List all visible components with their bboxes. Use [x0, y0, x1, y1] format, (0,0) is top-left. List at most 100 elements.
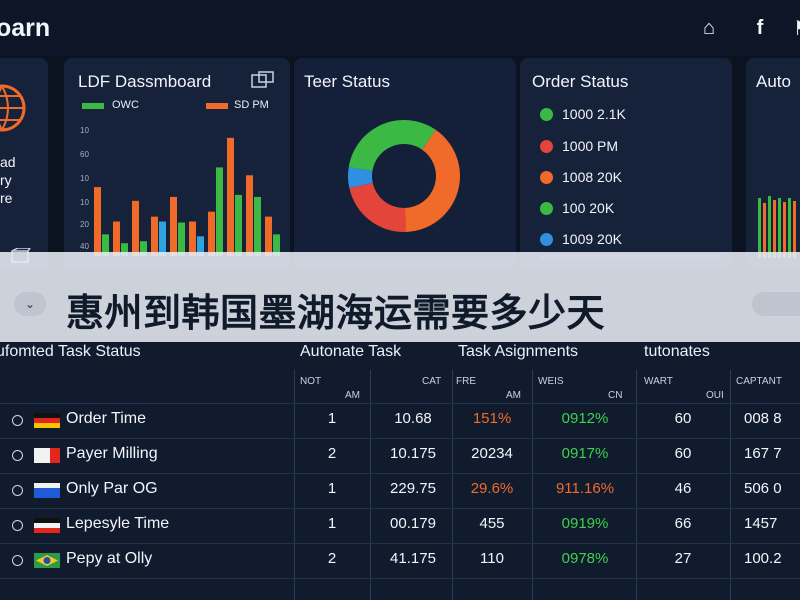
- cell: 151%: [472, 410, 512, 427]
- cell: 0919%: [561, 515, 609, 532]
- cell: 110: [480, 550, 504, 567]
- overlay-text: 惠州到韩国墨湖海运需要多少天: [66, 291, 606, 335]
- cell: 10.68: [394, 410, 432, 427]
- cell: 1: [327, 410, 337, 427]
- legend-swatch-sdpm: [206, 103, 228, 109]
- cell: 10.175: [390, 445, 436, 462]
- row-divider: [0, 403, 800, 404]
- bar-sd-pm: [208, 211, 215, 256]
- chevron-down-icon[interactable]: ⌄: [14, 292, 46, 316]
- cell: 229.75: [390, 480, 436, 497]
- order-item: 1000 2.1K: [562, 106, 626, 122]
- brazil-flag-icon: [34, 553, 60, 568]
- bar-mark: [773, 200, 776, 258]
- cell: 100.2: [744, 550, 782, 567]
- globe-icon: [0, 84, 26, 132]
- flag-icon: [34, 518, 60, 533]
- row-radio[interactable]: [12, 485, 23, 496]
- section-automates: tutonates: [644, 343, 710, 360]
- donut-slice-red: [349, 182, 406, 232]
- flag-icon[interactable]: ⚑: [790, 16, 800, 40]
- bar-mark: [793, 201, 796, 258]
- col-head: NOT: [300, 376, 322, 387]
- col-head-sub: OUI: [706, 390, 724, 401]
- russia-flag-icon: [34, 483, 60, 498]
- row-divider: [0, 473, 800, 474]
- teer-title: Teer Status: [304, 72, 390, 91]
- scroll-pill[interactable]: [752, 292, 800, 316]
- row-divider: [0, 543, 800, 544]
- cell: 008 8: [744, 410, 782, 427]
- cell: 00.179: [390, 515, 436, 532]
- bar-owc: [254, 196, 261, 256]
- cell: 2: [327, 550, 337, 567]
- cell: 0912%: [561, 410, 609, 427]
- status-dot: [540, 202, 553, 215]
- row-divider: [0, 578, 800, 579]
- window-icon[interactable]: [250, 70, 276, 90]
- section-automate-task: Autonate Task: [300, 343, 402, 360]
- cell: 60: [674, 445, 692, 462]
- row-divider: [0, 438, 800, 439]
- y-tick: 10: [80, 126, 89, 135]
- left-card-line-2: ry: [0, 172, 12, 188]
- cell: 911.16%: [555, 480, 615, 497]
- facebook-icon[interactable]: f: [748, 16, 772, 40]
- teer-card: Teer Status: [294, 58, 516, 270]
- left-card-line-1: ad: [0, 154, 16, 170]
- divider: [636, 370, 637, 600]
- row-radio[interactable]: [12, 450, 23, 461]
- cell: 455: [479, 515, 505, 532]
- cell: 0917%: [561, 445, 609, 462]
- bar-owc: [235, 194, 242, 256]
- divider: [370, 370, 371, 600]
- bar-sd-pm: [113, 221, 120, 256]
- bar-mark: [788, 198, 791, 258]
- bar-mark: [763, 203, 766, 258]
- cell: 60: [674, 410, 692, 427]
- col-head: WEIS: [538, 376, 564, 387]
- cell: 1457: [744, 515, 778, 532]
- donut-slice-green: [348, 120, 436, 171]
- col-head: FRE: [456, 376, 476, 387]
- legend-swatch-owc: [82, 103, 104, 109]
- cell: 27: [674, 550, 692, 567]
- bar-sd-pm: [265, 216, 272, 256]
- order-title: Order Status: [532, 72, 629, 91]
- cell: 20234: [471, 445, 513, 462]
- auto-title: Auto: [756, 72, 791, 91]
- bar-sd-pm: [170, 196, 177, 256]
- legend-label-owc: OWC: [112, 99, 139, 111]
- divider: [532, 370, 533, 600]
- home-icon[interactable]: ⌂: [697, 16, 721, 40]
- bar-sd-pm: [227, 137, 234, 256]
- row-label: Pepy at Olly: [66, 550, 153, 567]
- row-divider: [0, 508, 800, 509]
- section-task-assignments: Task Asignments: [458, 343, 579, 360]
- cell: 29.6%: [470, 480, 514, 497]
- bar-sd-pm: [132, 200, 139, 256]
- row-radio[interactable]: [12, 520, 23, 531]
- bar-mark: [758, 198, 761, 258]
- divider: [294, 370, 295, 600]
- bar-sd-pm: [151, 216, 158, 256]
- bar-owc: [178, 222, 185, 256]
- auto-card: Auto: [746, 58, 800, 270]
- cell: 2: [327, 445, 337, 462]
- order-item: 100 20K: [562, 200, 615, 216]
- col-head: WART: [644, 376, 673, 387]
- status-dot: [540, 140, 553, 153]
- y-tick: 10: [80, 198, 89, 207]
- divider: [730, 370, 731, 600]
- col-head: CAPTANT: [736, 376, 782, 387]
- col-head-sub: AM: [345, 390, 360, 401]
- france-flag-icon: [34, 448, 60, 463]
- row-radio[interactable]: [12, 555, 23, 566]
- cell: 167 7: [744, 445, 782, 462]
- order-item: 1000 PM: [562, 138, 619, 154]
- bar-mark: [778, 198, 781, 258]
- row-radio[interactable]: [12, 415, 23, 426]
- left-card: ad ry re: [0, 58, 48, 270]
- divider: [452, 370, 453, 600]
- cell: 1: [327, 515, 337, 532]
